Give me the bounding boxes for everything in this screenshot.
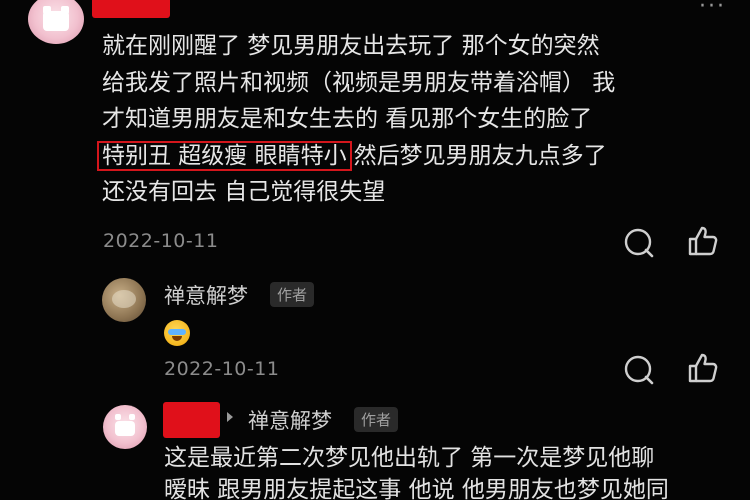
avatar-ear-left xyxy=(115,414,121,420)
reply-date: 2022-10-11 xyxy=(164,358,280,380)
reply-to-name[interactable]: 禅意解梦 xyxy=(248,405,332,435)
avatar-ear-right xyxy=(61,6,69,14)
comment-line-2: 给我发了照片和视频（视频是男朋友带着浴帽） 我 xyxy=(102,69,616,96)
comment-line-1: 就在刚刚醒了 梦见男朋友出去玩了 那个女的突然 xyxy=(102,33,600,59)
emoji-mouth xyxy=(172,336,182,341)
comment-line-5: 还没有回去 自己觉得很失望 xyxy=(102,179,386,205)
reply-to-author-badge: 作者 xyxy=(354,407,399,432)
reply-like-icon[interactable] xyxy=(686,351,720,385)
comment-bubble-icon[interactable] xyxy=(622,226,656,260)
reply-line-2: 暧昧 跟男朋友提起这事 他说 他男朋友也梦见她同 xyxy=(164,477,669,500)
comment-body: 就在刚刚醒了 梦见男朋友出去玩了 那个女的突然 给我发了照片和视频（视频是男朋友… xyxy=(97,28,732,211)
comment-line-4-rest: 然后梦见男朋友九点多了 xyxy=(353,142,607,169)
comment-line-4: 特别丑 超级瘦 眼睛特小 然后梦见男朋友九点多了 xyxy=(97,138,732,175)
reply-comment-icon[interactable] xyxy=(622,353,656,387)
reply-author-name[interactable]: 禅意解梦 xyxy=(164,280,248,310)
author-badge: 作者 xyxy=(270,282,315,307)
avatar-face xyxy=(43,11,69,31)
reply-arrow-icon xyxy=(227,412,233,422)
avatar-face xyxy=(115,421,135,436)
commenter-avatar[interactable] xyxy=(28,0,84,44)
laughing-tears-emoji xyxy=(164,320,190,346)
thumbs-up-icon[interactable] xyxy=(686,224,720,258)
highlighted-phrase: 特别丑 超级瘦 眼睛特小 xyxy=(97,140,352,171)
reply-commenter-avatar[interactable] xyxy=(103,405,147,449)
comment-thread: ··· 就在刚刚醒了 梦见男朋友出去玩了 那个女的突然 给我发了照片和视频（视频… xyxy=(0,0,750,500)
reply-body: 这是最近第二次梦见他出轨了 第一次是梦见他聊 暧昧 跟男朋友提起这事 他说 他男… xyxy=(164,442,724,500)
comment-line-3: 才知道男朋友是和女生去的 看见那个女生的脸了 xyxy=(102,106,593,132)
avatar-mark xyxy=(112,290,136,308)
redacted-username xyxy=(92,0,170,18)
redacted-reply-username xyxy=(163,402,220,438)
author-avatar[interactable] xyxy=(102,278,146,322)
emoji-tears xyxy=(168,329,186,335)
more-dots-icon[interactable]: ··· xyxy=(699,0,726,19)
avatar-ear-left xyxy=(43,6,51,14)
comment-date: 2022-10-11 xyxy=(103,230,219,252)
avatar-ear-right xyxy=(129,414,135,420)
reply-line-1: 这是最近第二次梦见他出轨了 第一次是梦见他聊 xyxy=(164,445,655,471)
